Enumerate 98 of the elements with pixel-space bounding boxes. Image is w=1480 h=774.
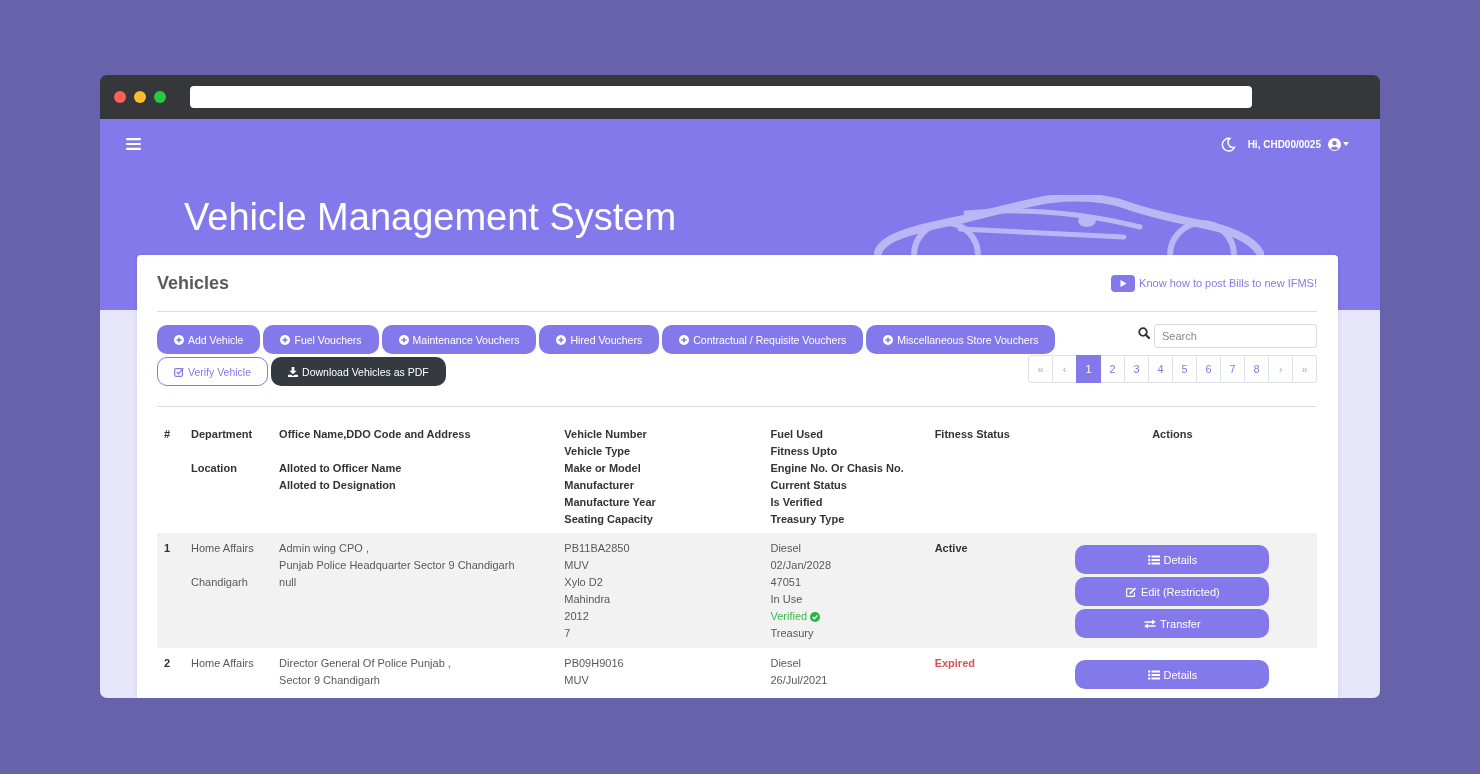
column-header: Alloted to Officer Name — [279, 461, 402, 476]
window-maximize-icon[interactable] — [154, 91, 166, 103]
column-header: Fuel Used — [770, 427, 824, 442]
caret-icon — [1343, 142, 1349, 146]
column-header: # — [164, 427, 171, 442]
window-minimize-icon[interactable] — [134, 91, 146, 103]
plus-circle-icon — [883, 334, 894, 345]
column-header: Current Status — [770, 478, 847, 493]
page-button[interactable]: 6 — [1196, 355, 1221, 383]
add-button[interactable]: Miscellaneous Store Vouchers — [866, 325, 1056, 354]
column-header: Treasury Type — [770, 512, 845, 527]
page-button[interactable]: 7 — [1220, 355, 1245, 383]
department-text: Home Affairs — [191, 541, 254, 556]
plus-circle-icon — [398, 334, 409, 345]
page-nav-button[interactable]: » — [1292, 355, 1317, 383]
column-header: Vehicle Type — [564, 444, 631, 459]
fitness-status: Expired — [934, 656, 975, 671]
add-button[interactable]: Hired Vouchers — [539, 325, 660, 354]
page-title: Vehicle Management System — [184, 195, 677, 240]
fitness-status: Active — [934, 541, 968, 556]
add-button[interactable]: Maintenance Vouchers — [381, 325, 537, 354]
department-text: Home Affairs — [191, 656, 254, 671]
check-circle-icon — [810, 611, 821, 622]
vehicle-text: MUV — [564, 673, 589, 688]
column-header: Seating Capacity — [564, 512, 653, 527]
swap-arrows-icon — [1144, 618, 1157, 629]
window-close-icon[interactable] — [114, 91, 126, 103]
check-square-icon — [174, 366, 184, 377]
column-header: Manufacture Year — [564, 495, 656, 510]
plus-circle-icon — [679, 334, 690, 345]
plus-circle-icon — [556, 334, 567, 345]
play-icon — [1111, 274, 1136, 292]
column-header: Fitness Upto — [770, 444, 838, 459]
add-button[interactable]: Add Vehicle — [157, 325, 261, 354]
edit-button[interactable]: Edit (Restricted) — [1075, 577, 1270, 606]
fuel-text: Diesel — [770, 656, 802, 671]
fuel-text: Diesel — [770, 541, 802, 556]
row-number: 2 — [164, 656, 171, 671]
treasury-text: Treasury — [770, 626, 814, 641]
plus-circle-icon — [174, 334, 184, 345]
menu-icon[interactable] — [126, 138, 141, 150]
column-header: Is Verified — [770, 495, 823, 510]
add-button[interactable]: Fuel Vouchers — [263, 325, 379, 354]
column-header: Actions — [1152, 427, 1193, 442]
download-button[interactable]: Download Vehicles as PDF — [271, 357, 446, 386]
add-button[interactable]: Contractual / Requisite Vouchers — [662, 325, 864, 354]
office-text: null — [279, 575, 297, 590]
page-nav-button[interactable]: › — [1268, 355, 1293, 383]
column-header: Fitness Status — [934, 427, 1010, 442]
column-header: Engine No. Or Chasis No. — [770, 461, 904, 476]
vehicle-text: 7 — [564, 626, 571, 641]
column-header: Manufacturer — [564, 478, 634, 493]
column-header: Office Name,DDO Code and Address — [279, 427, 471, 442]
user-circle-icon — [1328, 137, 1341, 151]
column-header: Make or Model — [564, 461, 641, 476]
column-header: Department — [191, 427, 253, 442]
download-icon — [288, 366, 299, 377]
fuel-text: 47051 — [770, 575, 802, 590]
help-link[interactable]: Know how to post Bills to new IFMS! — [1111, 274, 1317, 292]
details-button[interactable]: Details — [1075, 545, 1270, 574]
list-icon — [1147, 554, 1160, 565]
office-text: Punjab Police Headquarter Sector 9 Chandigarh — [279, 558, 515, 573]
verify-button[interactable]: Verify Vehicle — [157, 357, 269, 386]
page-button[interactable]: 3 — [1124, 355, 1149, 383]
transfer-button[interactable]: Transfer — [1075, 609, 1270, 638]
vehicle-text: PB09H9016 — [564, 656, 624, 671]
location-text: Chandigarh — [191, 575, 248, 590]
card-title: Vehicles — [157, 272, 230, 294]
page-button[interactable]: 8 — [1244, 355, 1269, 383]
moon-icon[interactable] — [1220, 136, 1236, 152]
vehicle-text: 2012 — [564, 609, 589, 624]
fuel-text: 02/Jan/2028 — [770, 558, 832, 573]
edit-icon — [1124, 586, 1137, 597]
list-icon — [1147, 669, 1160, 680]
page-button[interactable]: 1 — [1076, 355, 1101, 383]
fuel-text: In Use — [770, 592, 803, 607]
verified-text: Verified — [770, 609, 808, 624]
column-header: Vehicle Number — [564, 427, 647, 442]
details-button[interactable]: Details — [1075, 660, 1270, 689]
search-field[interactable]: Search — [1154, 324, 1317, 348]
office-text: Director General Of Police Punjab , — [279, 656, 451, 671]
search-icon — [1138, 327, 1150, 339]
vehicle-text: Mahindra — [564, 592, 611, 607]
vehicle-text: Xylo D2 — [564, 575, 603, 590]
page-nav-button[interactable]: ‹ — [1052, 355, 1077, 383]
user-menu-button[interactable]: Hi, CHD00/0025 — [1247, 137, 1349, 151]
page-nav-button[interactable]: « — [1028, 355, 1053, 383]
page-button[interactable]: 5 — [1172, 355, 1197, 383]
vehicle-text: PB11BA2850 — [564, 541, 630, 556]
vehicle-text: MUV — [564, 558, 589, 573]
office-text: Admin wing CPO , — [279, 541, 369, 556]
page-button[interactable]: 4 — [1148, 355, 1173, 383]
column-header: Alloted to Designation — [279, 478, 396, 493]
fuel-text: 26/Jul/2021 — [770, 673, 828, 688]
column-header: Location — [191, 461, 237, 476]
row-number: 1 — [164, 541, 171, 556]
plus-circle-icon — [280, 334, 291, 345]
office-text: Sector 9 Chandigarh — [279, 673, 380, 688]
